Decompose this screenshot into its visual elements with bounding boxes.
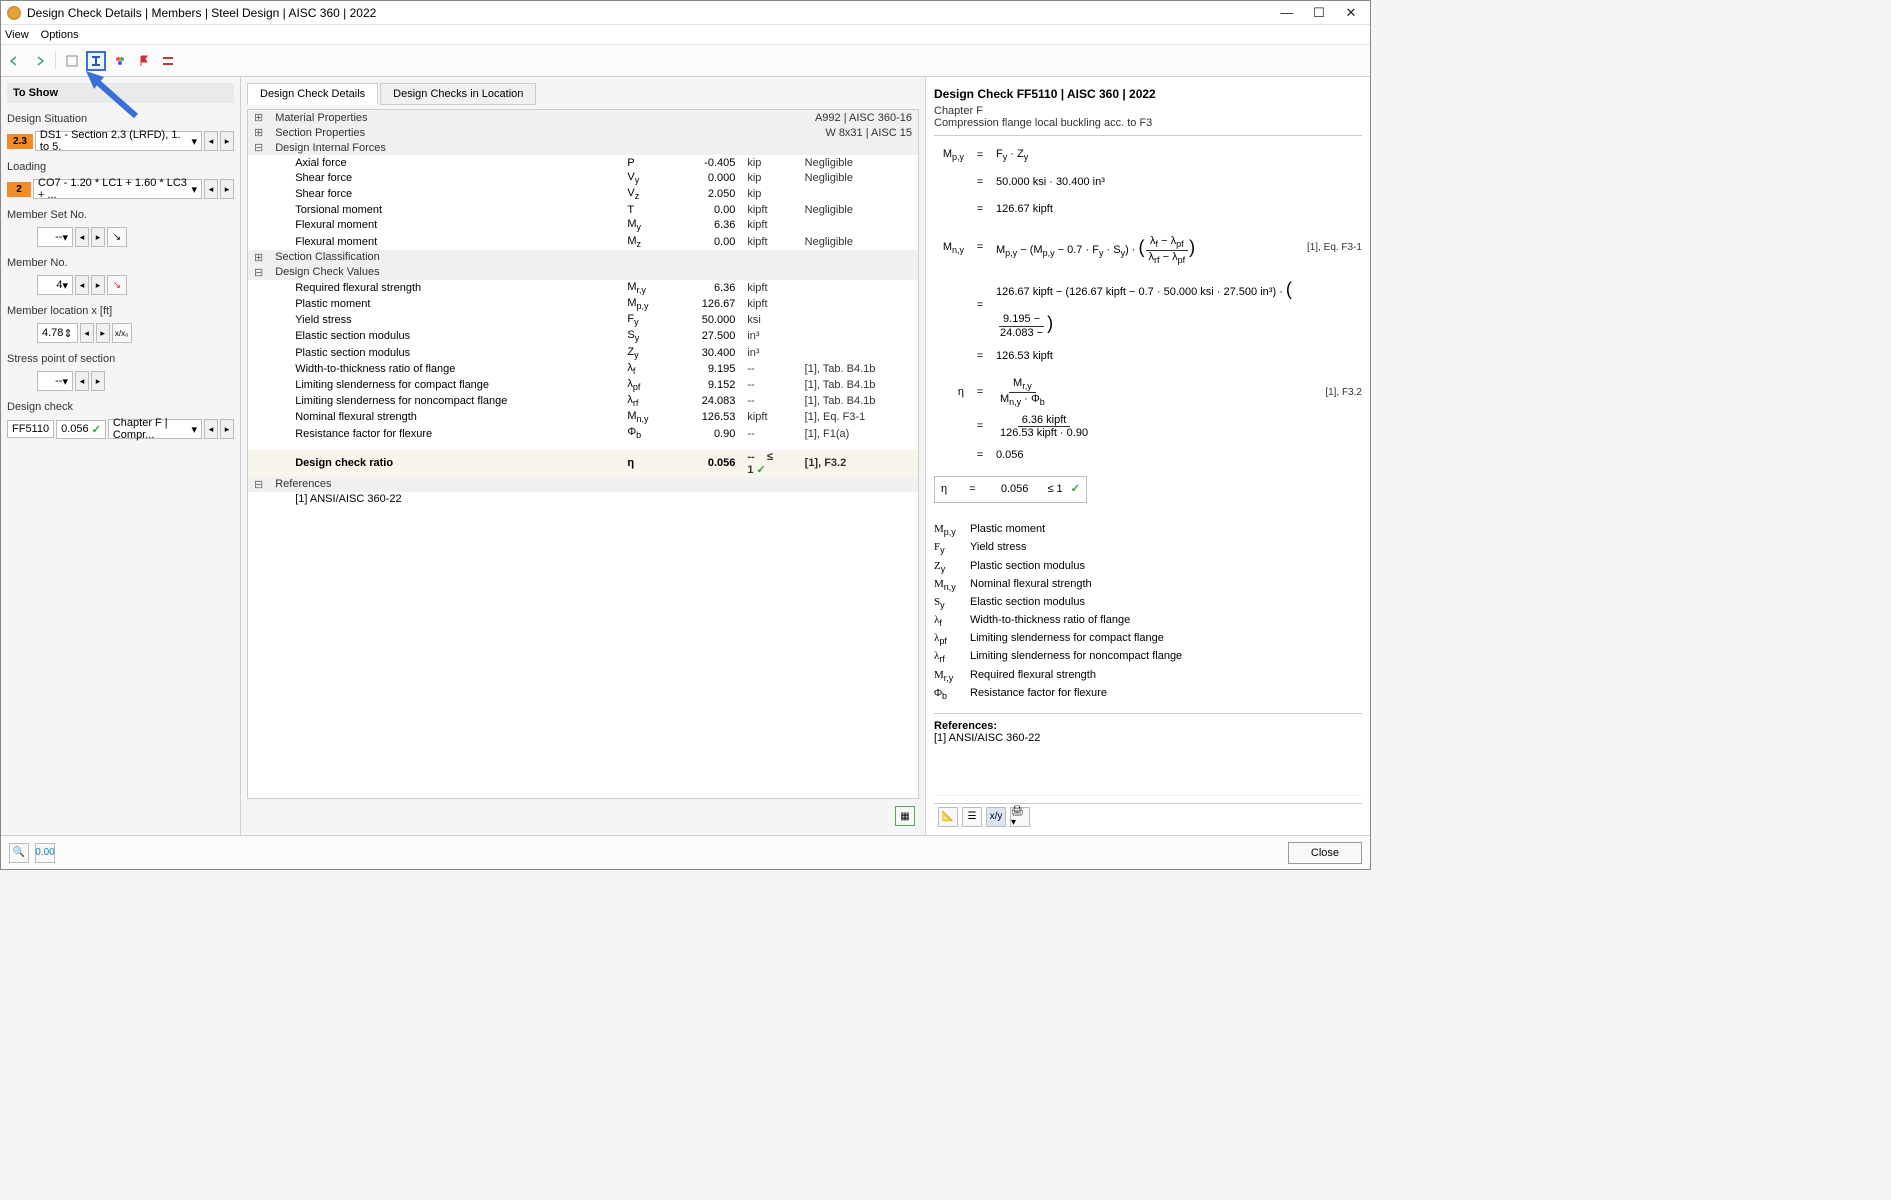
toolbar [1,45,1370,77]
select-member-icon[interactable]: ↘ [107,275,127,295]
tool-table-icon[interactable] [62,51,82,71]
row-label: Shear force [269,186,621,202]
spin-prev[interactable]: ◂ [75,371,89,391]
app-icon [7,6,21,20]
dc-id: FF5110 [7,420,54,438]
eta-result-box: η = 0.056 ≤ 1 ✓ [934,476,1087,503]
search-icon[interactable]: 🔍 [9,843,29,863]
row-label: Shear force [269,170,621,186]
row-label: Axial force [269,155,621,170]
right-subheader: Chapter F Compression flange local buckl… [934,105,1362,136]
maximize-button[interactable]: ☐ [1312,6,1326,20]
right-references: References: [1] ANSI/AISC 360-22 [934,713,1362,744]
tool-formula-icon[interactable]: 📐 [938,807,958,827]
tab-details[interactable]: Design Check Details [247,83,378,105]
label-member-loc: Member location x [ft] [7,305,234,317]
input-member-loc[interactable]: 4.78 ⇕ [37,323,78,343]
row-label: Required flexural strength [269,280,621,296]
decimals-icon[interactable]: 0.00 [35,843,55,863]
graphics-icon[interactable]: ▦ [895,806,915,826]
tab-location[interactable]: Design Checks in Location [380,83,536,105]
titlebar: Design Check Details | Members | Steel D… [1,1,1370,25]
label-loading: Loading [7,161,234,173]
row-label: Elastic section modulus [269,328,621,344]
tool-redo-icon[interactable] [29,51,49,71]
row-label: Limiting slenderness for noncompact flan… [269,393,621,409]
close-window-button[interactable]: ✕ [1344,6,1358,20]
spin-prev[interactable]: ◂ [204,179,218,199]
spin-next[interactable]: ▸ [220,419,234,439]
window-title: Design Check Details | Members | Steel D… [27,6,1280,20]
symbol-legend: Mp,yPlastic momentFyYield stressZyPlasti… [934,521,1362,703]
select-member-set-icon[interactable]: ↘ [107,227,127,247]
row-label: Plastic moment [269,296,621,312]
sidebar: To Show Design Situation 2.3 DS1 - Secti… [1,77,241,835]
tool-section2-icon[interactable] [158,51,178,71]
close-button[interactable]: Close [1288,842,1362,864]
tool-section-icon[interactable] [86,51,106,71]
spin-prev[interactable]: ◂ [80,323,94,343]
expand-icon[interactable]: ⊞ [248,250,269,265]
expand-icon[interactable]: ⊞ [248,110,269,125]
combo-design-situation[interactable]: DS1 - Section 2.3 (LRFD), 1. to 5.▾ [35,131,202,151]
menubar: View Options [1,25,1370,45]
badge-loading: 2 [7,182,31,197]
label-design-situation: Design Situation [7,113,234,125]
badge-ds: 2.3 [7,134,33,149]
collapse-icon[interactable]: ⊟ [248,140,269,155]
right-panel: Design Check FF5110 | AISC 360 | 2022 Ch… [925,77,1370,835]
results-grid[interactable]: ⊞Material PropertiesA992 | AISC 360-16 ⊞… [247,109,919,799]
row-label: Flexural moment [269,234,621,250]
row-label: Nominal flexural strength [269,409,621,425]
spin-next[interactable]: ▸ [91,371,105,391]
expand-icon[interactable]: ⊞ [248,125,269,140]
row-label: Limiting slenderness for compact flange [269,377,621,393]
right-header: Design Check FF5110 | AISC 360 | 2022 [934,83,1362,105]
tool-fraction-icon[interactable]: x/y [986,807,1006,827]
spin-next[interactable]: ▸ [96,323,110,343]
footer: 🔍 0.00 Close [1,835,1370,869]
spin-prev[interactable]: ◂ [204,419,218,439]
menu-options[interactable]: Options [41,29,79,41]
center-panel: Design Check Details Design Checks in Lo… [241,77,925,835]
input-stress-point[interactable]: -- ▾ [37,371,73,391]
row-label: Resistance factor for flexure [269,425,621,441]
tool-flag-icon[interactable] [134,51,154,71]
spin-next[interactable]: ▸ [91,275,105,295]
row-label: Width-to-thickness ratio of flange [269,361,621,377]
h-scrollbar[interactable] [934,795,1362,803]
spin-prev[interactable]: ◂ [75,227,89,247]
tool-list-icon[interactable]: ☰ [962,807,982,827]
spin-prev[interactable]: ◂ [204,131,218,151]
row-label: Yield stress [269,312,621,328]
row-label: Flexural moment [269,217,621,233]
sidebar-header-toshow: To Show [7,83,234,103]
tool-colors-icon[interactable] [110,51,130,71]
row-label: Torsional moment [269,202,621,217]
spin-prev[interactable]: ◂ [75,275,89,295]
collapse-icon[interactable]: ⊟ [248,265,269,280]
formula-block: Mp,y = Fy · Zy =50.000 ksi · 30.400 in³ … [934,144,1362,513]
row-label: Plastic section modulus [269,345,621,361]
input-member-set[interactable]: -- ▾ [37,227,73,247]
menu-view[interactable]: View [5,29,29,41]
input-member-no[interactable]: 4 ▾ [37,275,73,295]
minimize-button[interactable]: — [1280,6,1294,20]
spin-next[interactable]: ▸ [220,179,234,199]
dc-ratio: 0.056✓ [56,420,106,439]
spin-next[interactable]: ▸ [91,227,105,247]
tool-undo-icon[interactable] [5,51,25,71]
label-design-check: Design check [7,401,234,413]
combo-loading[interactable]: CO7 - 1.20 * LC1 + 1.60 * LC3 + ...▾ [33,179,202,199]
tool-print-icon[interactable]: 🖨 ▾ [1010,807,1030,827]
label-stress-point: Stress point of section [7,353,234,365]
collapse-icon[interactable]: ⊟ [248,477,269,492]
label-member-no: Member No. [7,257,234,269]
combo-design-check[interactable]: Chapter F | Compr...▾ [108,419,202,439]
spin-next[interactable]: ▸ [220,131,234,151]
loc-ratio-icon[interactable]: x/x₀ [112,323,132,343]
label-member-set-no: Member Set No. [7,209,234,221]
